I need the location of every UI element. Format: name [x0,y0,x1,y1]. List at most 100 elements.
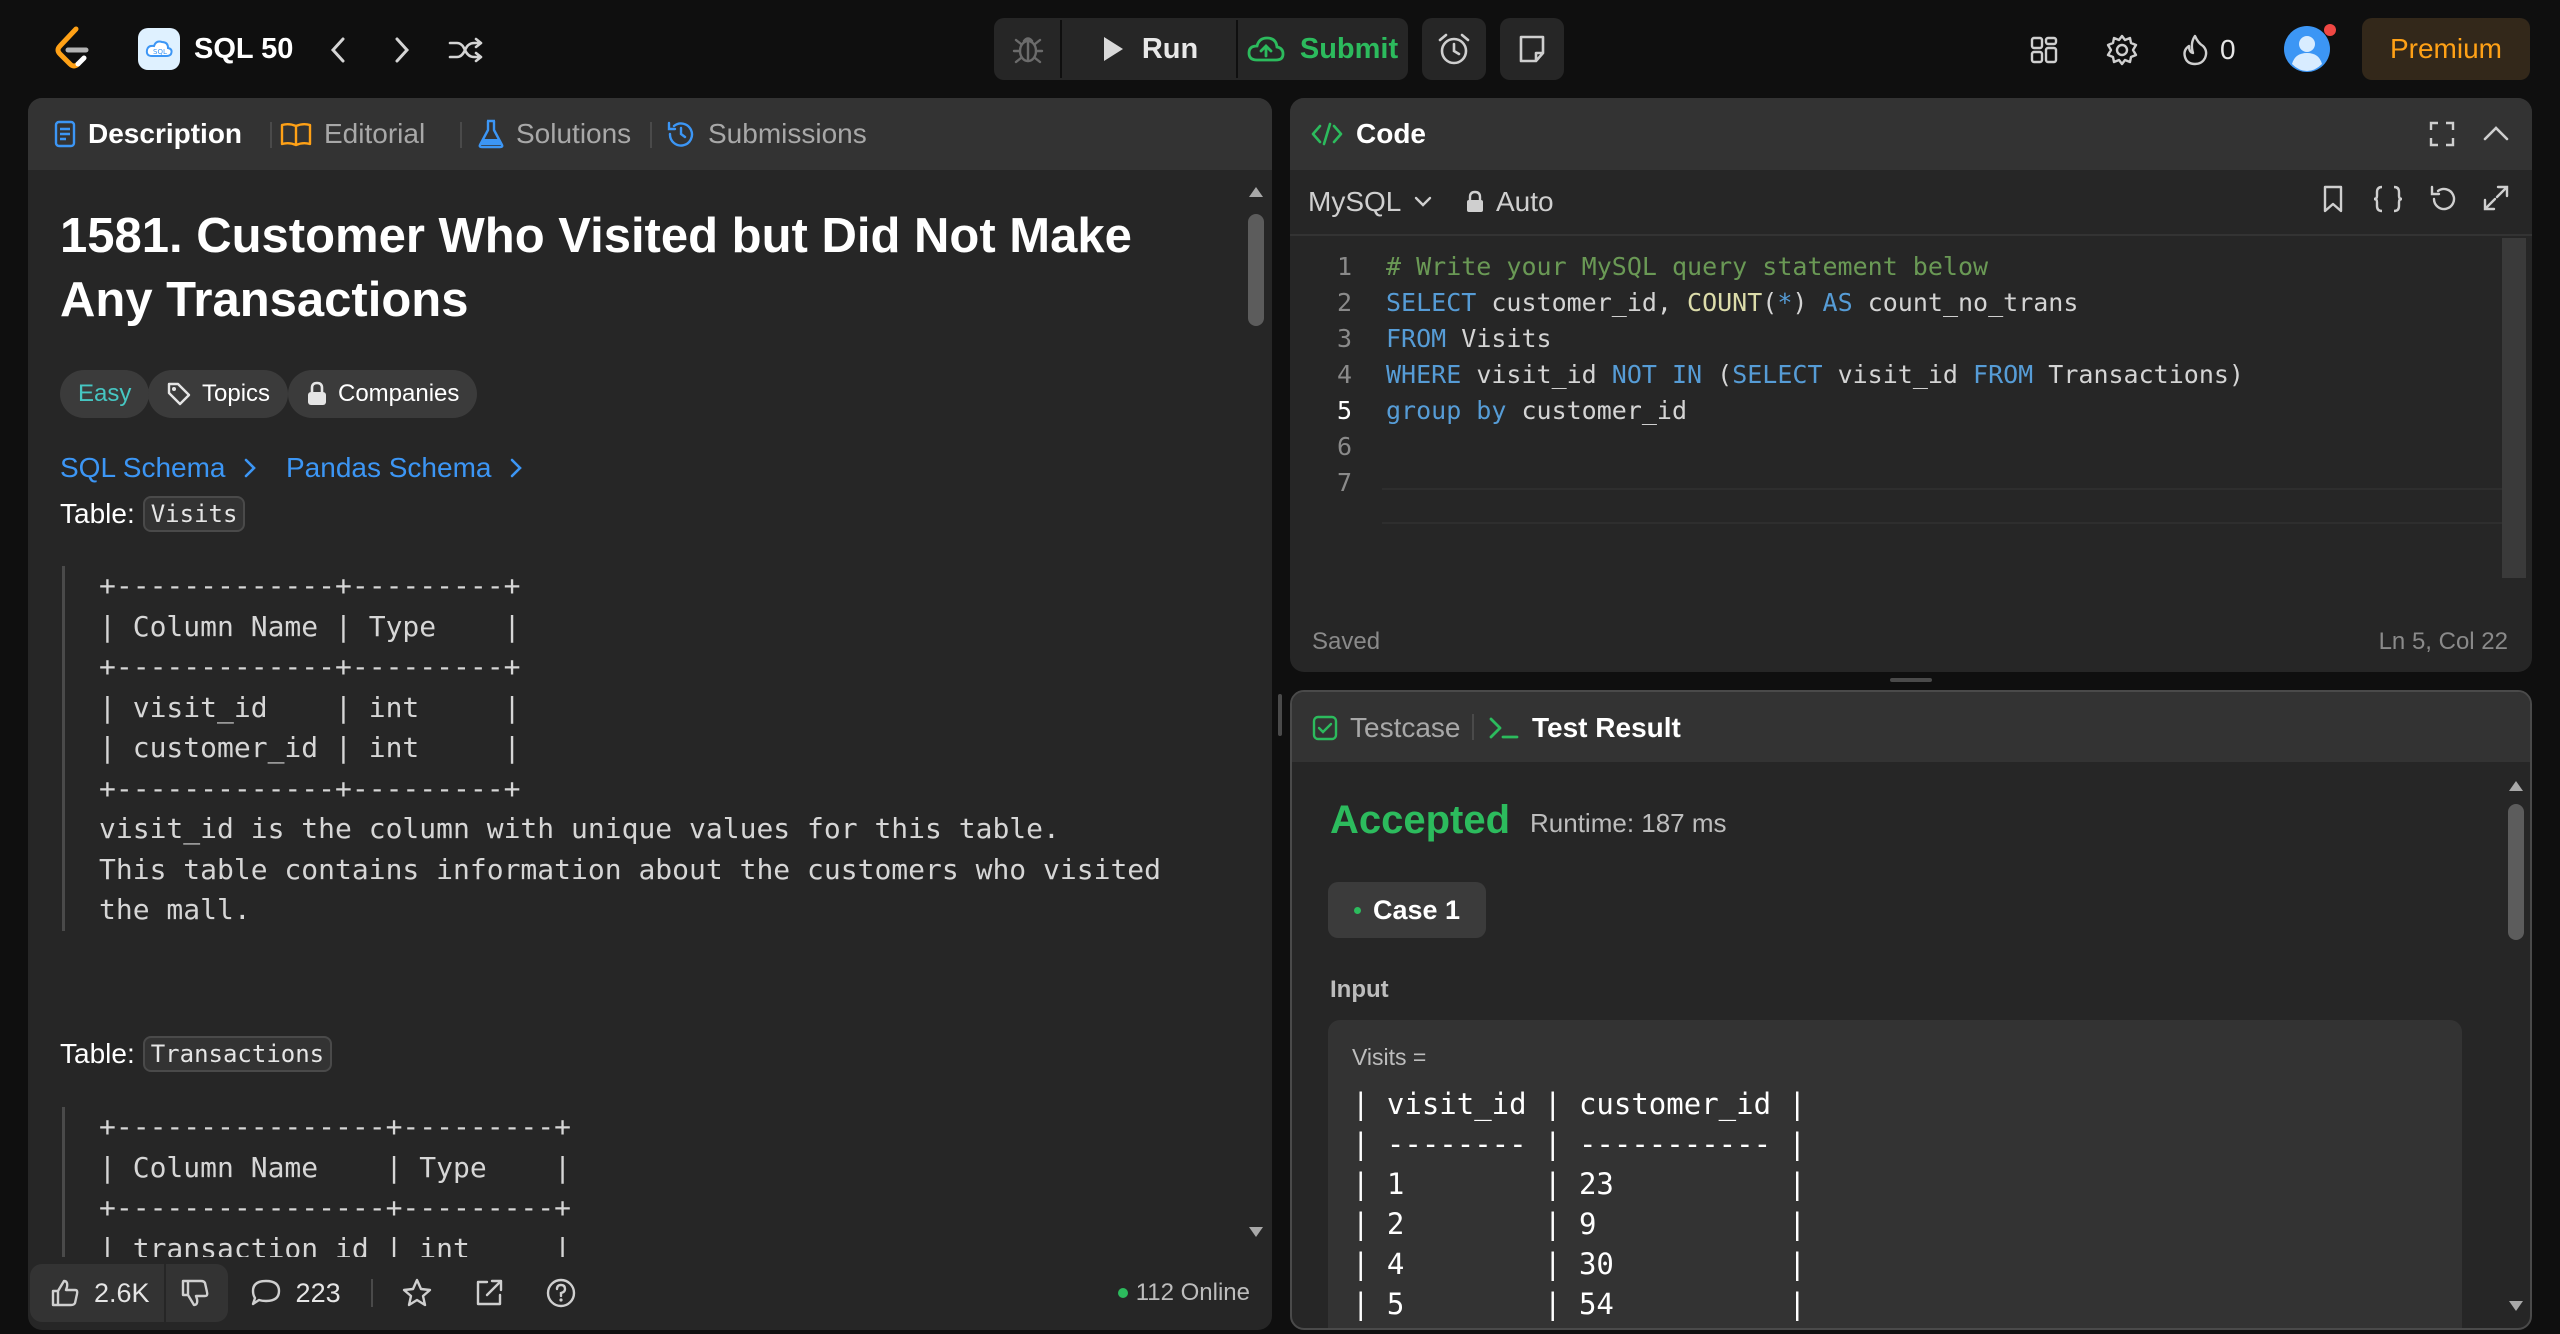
description-footer: 2.6K 223 112 Online [30,1264,1270,1322]
tab-editorial[interactable]: Editorial [270,98,425,170]
submit-label: Submit [1299,32,1399,65]
language-select[interactable]: MySQL [1308,186,1433,218]
tab-solutions[interactable]: Solutions [460,98,631,170]
line-number: 1 [1336,251,1352,281]
description-scrollbar[interactable] [1248,214,1264,326]
table-visits-heading: Table: Visits [60,496,246,532]
collapse-button[interactable] [2482,122,2510,144]
bug-icon [1012,37,1044,64]
code-line[interactable]: 7 [1300,464,1386,500]
sql-schema-label: SQL Schema [60,452,226,483]
shuffle-icon [448,37,483,63]
likes-count: 2.6K [94,1277,150,1308]
premium-label: Premium [2389,33,2502,64]
like-button[interactable]: 2.6K [30,1264,164,1322]
input-box: Visits = | visit_id | customer_id | | --… [1328,1020,2462,1328]
leetcode-logo[interactable] [48,24,96,74]
cloud-upload-icon [1247,36,1285,62]
code-line[interactable]: 6 [1300,428,1386,464]
chevron-right-icon [511,458,523,478]
line-number: 7 [1336,467,1352,497]
tab-test-result[interactable]: Test Result [1488,692,1681,764]
streak-count: 0 [2220,34,2236,65]
fullscreen-button[interactable] [2428,120,2456,148]
verdict-status: Accepted [1330,798,1511,842]
book-icon [280,123,312,147]
difficulty-badge: Easy [60,370,150,418]
save-status: Saved [1312,628,1381,655]
debug-button[interactable] [996,20,1060,78]
pandas-schema-link[interactable]: Pandas Schema [286,452,523,484]
checkbox-icon [1312,715,1338,741]
auto-mode-label: Auto [1496,186,1554,217]
submit-button[interactable]: Submit [1238,20,1406,78]
problem-title: 1581. Customer Who Visited but Did Not M… [60,209,1132,327]
case-tab[interactable]: Case 1 [1328,882,1487,938]
input-table: | visit_id | customer_id | | -------- | … [1352,1087,1806,1321]
prev-problem-button[interactable] [318,30,358,70]
tab-testcase[interactable]: Testcase [1312,692,1461,764]
svg-text:SQL: SQL [153,48,167,56]
editor-scrollbar[interactable] [2502,238,2526,578]
expand-editor-button[interactable] [2482,184,2510,212]
code-line[interactable]: 5 group by customer_id [1300,392,1687,428]
settings-button[interactable] [2100,28,2144,72]
dislike-button[interactable] [163,1264,228,1322]
result-scroll-up[interactable] [2506,776,2526,796]
lock-icon [308,381,326,405]
tab-submissions[interactable]: Submissions [650,98,867,170]
companies-button[interactable]: Companies [288,370,478,418]
star-icon [402,1278,431,1307]
panel-resize-handle[interactable] [1890,678,1932,682]
format-code-button[interactable] [2372,184,2404,214]
test-result-panel: Testcase Test Result Accepted Runtime: 1… [1290,690,2532,1330]
runtime-text: Runtime: 187 ms [1530,808,1727,838]
result-scrollbar[interactable] [2508,804,2524,940]
online-indicator: 112 Online [1117,1279,1250,1307]
history-icon [667,121,694,147]
cursor-position: Ln 5, Col 22 [2378,628,2508,655]
premium-button[interactable]: Premium [2362,18,2530,80]
result-scroll-down[interactable] [2506,1296,2526,1316]
sql-icon: SQL [138,28,180,70]
code-line[interactable]: 4 WHERE visit_id NOT IN (SELECT visit_id … [1300,356,2244,392]
favorite-button[interactable] [401,1277,433,1309]
comments-button[interactable]: 223 [250,1264,341,1322]
bookmark-button[interactable] [2320,184,2346,214]
sql-schema-link[interactable]: SQL Schema [60,452,257,484]
topics-button[interactable]: Topics [148,370,289,418]
case-status-dot [1354,906,1361,914]
table-transactions-prefix: Table: [60,1038,135,1069]
description-scroll-down[interactable] [1246,1222,1266,1242]
description-scroll-up[interactable] [1246,182,1266,202]
comment-icon [251,1279,280,1306]
share-button[interactable] [473,1277,505,1309]
grid-layout-icon [2030,36,2058,64]
fullscreen-icon [2429,121,2455,147]
code-icon [1311,122,1343,146]
random-problem-button[interactable] [444,30,488,70]
next-problem-button[interactable] [382,30,422,70]
language-value: MySQL [1308,186,1402,217]
reset-code-button[interactable] [2428,184,2458,214]
problem-list-button[interactable]: SQL SQL 50 [138,26,293,72]
code-panel-header: Code [1290,98,2532,170]
notes-button[interactable] [1500,18,1564,80]
code-line[interactable]: 2 SELECT customer_id, COUNT(*) AS count_n… [1300,284,2078,320]
tab-solutions-label: Solutions [516,118,632,149]
tab-description[interactable]: Description [54,98,242,170]
code-line[interactable]: 1 # Write your MySQL query statement belo… [1300,248,1988,284]
user-avatar[interactable] [2282,24,2336,74]
layout-button[interactable] [2022,28,2066,72]
run-button[interactable]: Run [1062,20,1236,78]
auto-mode-toggle[interactable]: Auto [1466,186,1554,218]
streak-counter[interactable]: 0 [2180,28,2236,72]
notification-dot [2324,24,2336,36]
code-line[interactable]: 3 FROM Visits [1300,320,1552,356]
bookmark-icon [2323,185,2343,213]
help-button[interactable] [545,1277,577,1309]
chevron-right-icon [245,458,257,478]
tag-icon [167,382,191,406]
vertical-resize-handle[interactable] [1278,694,1282,736]
timer-button[interactable] [1422,18,1486,80]
